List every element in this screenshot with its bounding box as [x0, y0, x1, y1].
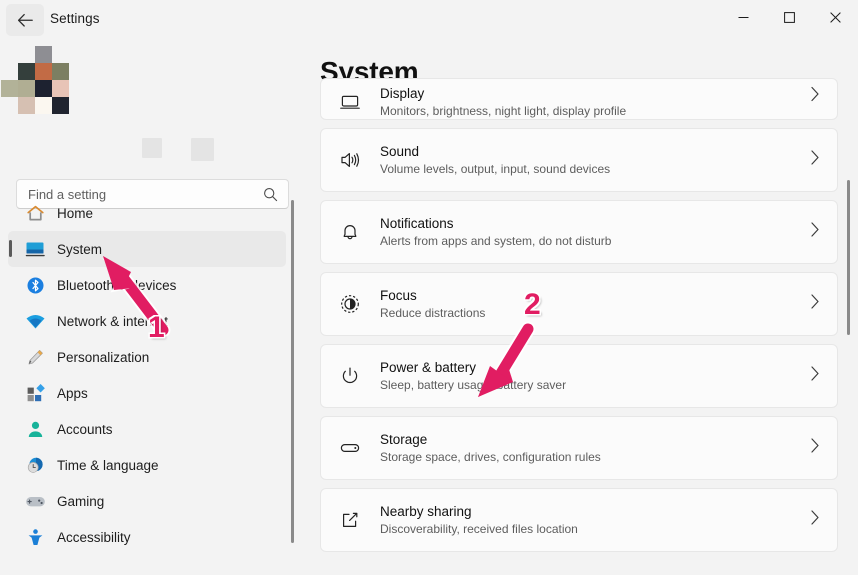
card-subtitle: Reduce distractions	[380, 305, 485, 321]
close-button[interactable]	[812, 0, 858, 34]
card-subtitle: Storage space, drives, configuration rul…	[380, 449, 601, 465]
focus-icon	[329, 287, 371, 321]
nearby-sharing-icon	[329, 503, 371, 537]
sidebar-item-bluetooth-devices[interactable]: Bluetooth & devices	[8, 267, 286, 303]
sidebar-item-label: Apps	[57, 386, 88, 401]
window-controls	[720, 0, 858, 34]
settings-card-display[interactable]: Display Monitors, brightness, night ligh…	[320, 78, 838, 120]
main-scrollbar-thumb[interactable]	[847, 180, 850, 335]
avatar	[18, 46, 86, 112]
bluetooth-icon	[22, 273, 48, 297]
minimize-icon	[738, 12, 749, 23]
card-subtitle: Sleep, battery usage, battery saver	[380, 377, 566, 393]
accounts-icon	[22, 417, 48, 441]
sidebar-item-label: Personalization	[57, 350, 149, 365]
card-title: Notifications	[380, 215, 611, 232]
sidebar-item-system[interactable]: System	[8, 231, 286, 267]
close-icon	[830, 12, 841, 23]
sidebar-item-gaming[interactable]: Gaming	[8, 483, 286, 519]
power-battery-icon	[329, 359, 371, 393]
back-button[interactable]	[6, 4, 44, 36]
account-email-redacted	[191, 138, 214, 161]
card-title: Nearby sharing	[380, 503, 578, 520]
maximize-icon	[784, 12, 795, 23]
settings-card-list: Display Monitors, brightness, night ligh…	[320, 100, 838, 560]
sidebar-scrollbar[interactable]	[291, 200, 294, 543]
maximize-button[interactable]	[766, 0, 812, 34]
account-name-redacted	[142, 138, 162, 158]
annotation-number-1: 1	[148, 311, 165, 345]
home-icon	[22, 201, 48, 225]
card-title: Display	[380, 85, 626, 102]
sidebar-item-label: System	[57, 242, 102, 257]
sidebar-item-label: Bluetooth & devices	[57, 278, 176, 293]
sidebar-item-time-language[interactable]: Time & language	[8, 447, 286, 483]
notifications-icon	[329, 215, 371, 249]
chevron-right-icon	[810, 86, 820, 107]
chevron-right-icon	[810, 222, 820, 243]
main-scrollbar-track[interactable]	[846, 40, 855, 575]
card-subtitle: Monitors, brightness, night light, displ…	[380, 103, 626, 119]
sidebar-item-accounts[interactable]: Accounts	[8, 411, 286, 447]
account-profile[interactable]	[0, 42, 300, 130]
sidebar-item-home[interactable]: Home	[8, 195, 286, 231]
chevron-right-icon	[810, 294, 820, 315]
accessibility-icon	[22, 525, 48, 549]
settings-card-focus[interactable]: Focus Reduce distractions	[320, 272, 838, 336]
card-subtitle: Discoverability, received files location	[380, 521, 578, 537]
storage-icon	[329, 431, 371, 465]
settings-card-notifications[interactable]: Notifications Alerts from apps and syste…	[320, 200, 838, 264]
network-icon	[22, 309, 48, 333]
card-subtitle: Alerts from apps and system, do not dist…	[380, 233, 611, 249]
sidebar-item-accessibility[interactable]: Accessibility	[8, 519, 286, 555]
sidebar-item-label: Accounts	[57, 422, 113, 437]
sidebar: Home System	[0, 40, 300, 575]
sound-icon	[329, 143, 371, 177]
apps-icon	[22, 381, 48, 405]
personalization-icon	[22, 345, 48, 369]
time-language-icon	[22, 453, 48, 477]
main-content: System Display Monitors, brightness, nig…	[300, 40, 858, 575]
sidebar-item-label: Gaming	[57, 494, 104, 509]
settings-card-power-battery[interactable]: Power & battery Sleep, battery usage, ba…	[320, 344, 838, 408]
sidebar-item-apps[interactable]: Apps	[8, 375, 286, 411]
settings-card-storage[interactable]: Storage Storage space, drives, configura…	[320, 416, 838, 480]
minimize-button[interactable]	[720, 0, 766, 34]
sidebar-item-label: Time & language	[57, 458, 159, 473]
chevron-right-icon	[810, 366, 820, 387]
annotation-number-2: 2	[524, 288, 541, 322]
display-icon	[329, 85, 371, 119]
card-title: Sound	[380, 143, 610, 160]
system-icon	[22, 237, 48, 261]
settings-window: Settings	[0, 0, 858, 575]
title-bar: Settings	[0, 0, 858, 40]
sidebar-item-personalization[interactable]: Personalization	[8, 339, 286, 375]
settings-card-sound[interactable]: Sound Volume levels, output, input, soun…	[320, 128, 838, 192]
card-subtitle: Volume levels, output, input, sound devi…	[380, 161, 610, 177]
card-title: Storage	[380, 431, 601, 448]
sidebar-item-network-internet[interactable]: Network & internet	[8, 303, 286, 339]
card-title: Power & battery	[380, 359, 566, 376]
chevron-right-icon	[810, 150, 820, 171]
settings-card-nearby-sharing[interactable]: Nearby sharing Discoverability, received…	[320, 488, 838, 552]
sidebar-nav: Home System	[0, 195, 300, 555]
back-arrow-icon	[17, 13, 34, 28]
app-title: Settings	[50, 11, 100, 26]
card-title: Focus	[380, 287, 485, 304]
gaming-icon	[22, 489, 48, 513]
sidebar-item-label: Home	[57, 206, 93, 221]
chevron-right-icon	[810, 438, 820, 459]
chevron-right-icon	[810, 510, 820, 531]
sidebar-item-label: Accessibility	[57, 530, 131, 545]
